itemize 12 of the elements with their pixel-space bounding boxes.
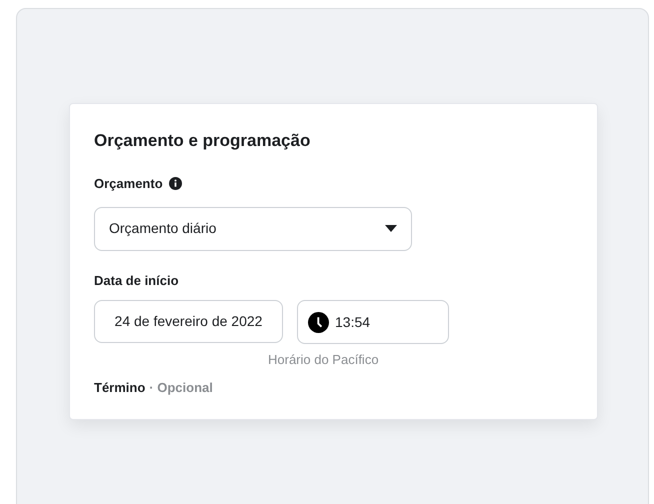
timezone-text: Horário do Pacífico: [268, 352, 379, 367]
field-label: Orçamento: [94, 175, 163, 193]
optional-note: · Opcional: [149, 379, 213, 397]
caret-icon: [385, 225, 397, 232]
clock-icon: [308, 312, 329, 332]
date-field[interactable]: 24 de fevereiro de 2022: [94, 300, 283, 343]
section-title: Orçamento e programação: [94, 130, 312, 152]
info-icon[interactable]: [168, 177, 182, 190]
budget-dropdown[interactable]: Orçamento diário: [94, 206, 412, 250]
time-field[interactable]: 13:54: [297, 300, 449, 344]
field-label: Término: [94, 379, 146, 397]
field-label: Data de início: [94, 272, 180, 290]
